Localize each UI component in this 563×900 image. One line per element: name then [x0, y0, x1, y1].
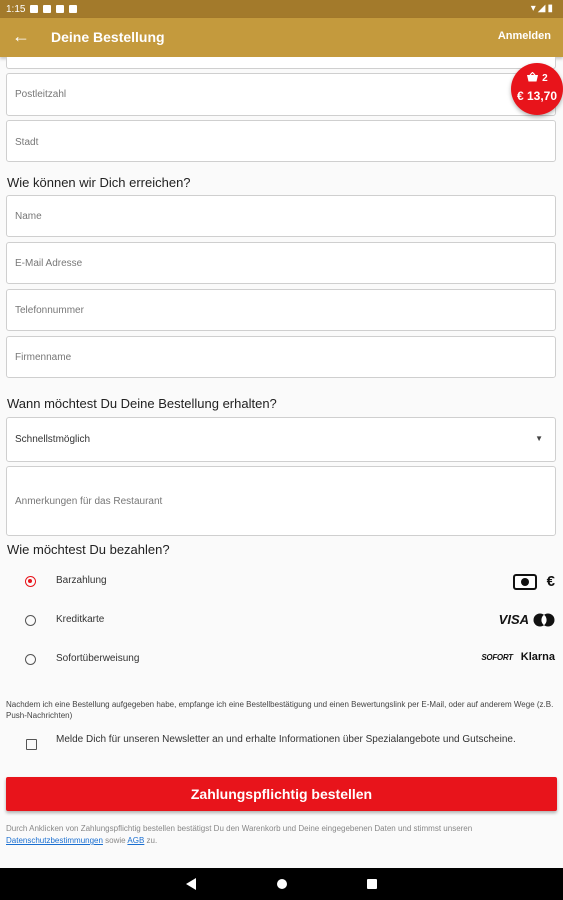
email-placeholder: E-Mail Adresse	[15, 258, 83, 269]
street-field-partial[interactable]	[6, 57, 556, 69]
newsletter-label: Melde Dich für unseren Newsletter an und…	[56, 734, 516, 745]
city-field[interactable]: Stadt	[6, 120, 556, 162]
radio-card[interactable]	[25, 615, 36, 626]
dropdown-arrow-icon: ▼	[535, 434, 543, 443]
radio-sofort[interactable]	[25, 654, 36, 665]
notification-icon	[69, 5, 78, 13]
name-field[interactable]: Name	[6, 195, 556, 237]
radio-cash[interactable]	[25, 576, 36, 587]
legal-text: Durch Anklicken von Zahlungspflichtig be…	[6, 823, 556, 847]
payment-option-sofort[interactable]: Sofortüberweisung SOFORT Klarna	[0, 648, 563, 674]
cart-count: 2	[542, 73, 548, 84]
privacy-link[interactable]: Datenschutzbestimmungen	[6, 836, 103, 845]
payment-option-cash[interactable]: Barzahlung €	[0, 570, 563, 596]
remarks-field[interactable]: Anmerkungen für das Restaurant	[6, 466, 556, 536]
delivery-heading: Wann möchtest Du Deine Bestellung erhalt…	[7, 396, 277, 411]
legal-text-part: Durch Anklicken von Zahlungspflichtig be…	[6, 824, 473, 833]
status-bar: 1:15 ▾◢▮	[0, 0, 563, 18]
basket-icon	[527, 71, 539, 82]
order-button[interactable]: Zahlungspflichtig bestellen	[6, 777, 557, 811]
zip-field[interactable]: Postleitzahl	[6, 73, 556, 116]
payment-label: Sofortüberweisung	[56, 653, 140, 664]
remarks-placeholder: Anmerkungen für das Restaurant	[15, 496, 163, 507]
terms-link[interactable]: AGB	[127, 836, 144, 845]
wifi-battery-icon: ▾◢▮	[530, 3, 555, 14]
nav-home-icon[interactable]	[276, 877, 288, 891]
payment-heading: Wie möchtest Du bezahlen?	[7, 542, 170, 557]
cash-icon	[512, 573, 537, 590]
notification-icon	[30, 5, 39, 13]
euro-icon: €	[546, 573, 555, 590]
delivery-time-select[interactable]: Schnellstmöglich ▼	[6, 417, 556, 462]
legal-text-part: sowie	[102, 836, 128, 845]
payment-option-card[interactable]: Kreditkarte VISA	[0, 609, 563, 635]
visa-icon: VISA	[498, 612, 529, 627]
notification-icon	[56, 5, 65, 13]
payment-label: Kreditkarte	[56, 614, 105, 625]
name-placeholder: Name	[15, 211, 42, 222]
legal-text-part: zu.	[144, 836, 158, 845]
phone-field[interactable]: Telefonnummer	[6, 289, 556, 331]
login-button[interactable]: Anmelden	[498, 30, 551, 42]
zip-placeholder: Postleitzahl	[15, 89, 67, 100]
mastercard-icon	[533, 613, 555, 626]
nav-back-icon[interactable]	[185, 877, 197, 891]
contact-heading: Wie können wir Dich erreichen?	[7, 175, 191, 190]
delivery-time-value: Schnellstmöglich	[15, 434, 91, 445]
status-time: 1:15	[6, 3, 26, 15]
sofort-icon: SOFORT	[481, 652, 513, 662]
notification-icon	[43, 5, 52, 13]
phone-placeholder: Telefonnummer	[15, 305, 84, 316]
klarna-icon: Klarna	[520, 651, 555, 663]
payment-label: Barzahlung	[56, 575, 107, 586]
nav-recents-icon[interactable]	[366, 877, 378, 891]
system-nav-bar	[0, 868, 563, 900]
page-title: Deine Bestellung	[51, 29, 165, 45]
cart-total: € 13,70	[516, 89, 558, 103]
newsletter-checkbox[interactable]	[26, 739, 37, 750]
company-placeholder: Firmenname	[15, 352, 72, 363]
app-bar: ← Deine Bestellung Anmelden	[0, 18, 563, 57]
city-placeholder: Stadt	[15, 137, 39, 148]
email-field[interactable]: E-Mail Adresse	[6, 242, 556, 284]
cart-button[interactable]: 2 € 13,70	[511, 63, 563, 115]
company-field[interactable]: Firmenname	[6, 336, 556, 378]
arrow-left-icon[interactable]: ←	[12, 26, 30, 47]
order-notice: Nachdem ich eine Bestellung aufgegeben h…	[6, 700, 554, 720]
